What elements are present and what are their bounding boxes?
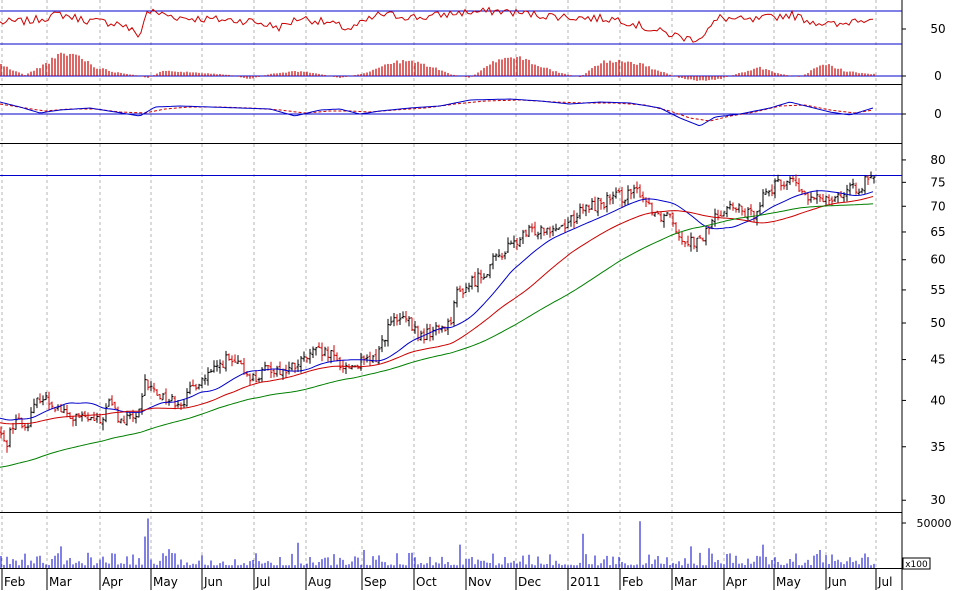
price-tick-label-45: 45 (930, 353, 945, 367)
x-tick-label-4: Jun (203, 575, 223, 589)
price-tick-label-30: 30 (930, 493, 945, 507)
x-tick-label-6: Aug (308, 575, 331, 589)
x-tick-label-11: 2011 (570, 575, 601, 589)
x-tick-label-7: Sep (364, 575, 387, 589)
stock-chart: 30 35 40 45 50 55 60 65 70 75 80 50 0 0 50000 x100 Feb Ma… (0, 0, 956, 591)
price-tick-label-35: 35 (930, 440, 945, 454)
price-tick-label-50: 50 (930, 316, 945, 330)
chart-background (0, 0, 956, 591)
volume-unit-label: x100 (905, 560, 928, 570)
x-tick-label-13: Mar (674, 575, 697, 589)
price-tick-label-70: 70 (930, 199, 945, 213)
x-tick-label-15: May (776, 575, 801, 589)
x-tick-label-3: May (153, 575, 178, 589)
x-tick-label-16: Jun (827, 575, 847, 589)
histogram-tick-label: 0 (934, 69, 942, 83)
price-tick-label-60: 60 (930, 253, 945, 267)
x-tick-label-5: Jul (255, 575, 270, 589)
rsi-tick-label: 50 (930, 22, 945, 36)
x-tick-label-14: Apr (726, 575, 747, 589)
chart-root: 30 35 40 45 50 55 60 65 70 75 80 50 0 0 50000 x100 Feb Ma… (0, 0, 956, 591)
macd-tick-label: 0 (934, 107, 942, 121)
price-tick-label-80: 80 (930, 153, 945, 167)
x-tick-label-9: Nov (468, 575, 491, 589)
price-tick-label-65: 65 (930, 225, 945, 239)
x-tick-label-10: Dec (518, 575, 541, 589)
x-tick-label-0: Feb (4, 575, 25, 589)
x-tick-label-1: Mar (49, 575, 72, 589)
x-tick-label-2: Apr (102, 575, 123, 589)
x-tick-label-17: Jul (877, 575, 892, 589)
volume-tick-label: 50000 (917, 517, 952, 530)
x-tick-label-12: Feb (622, 575, 643, 589)
x-tick-label-8: Oct (416, 575, 437, 589)
price-tick-label-40: 40 (930, 393, 945, 407)
price-tick-label-55: 55 (930, 283, 945, 297)
price-tick-label-75: 75 (930, 175, 945, 189)
